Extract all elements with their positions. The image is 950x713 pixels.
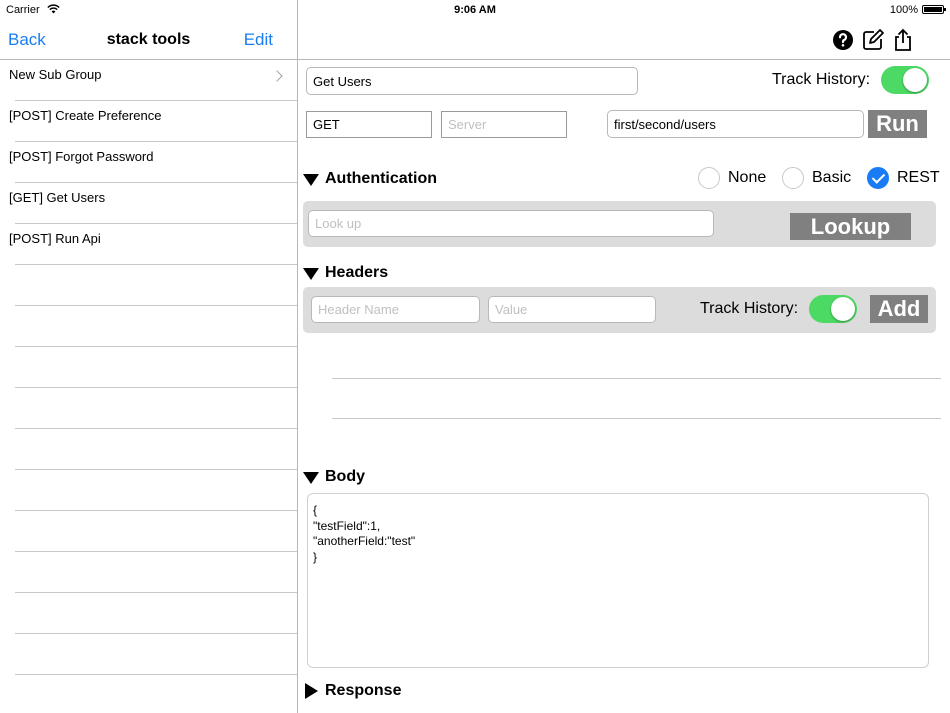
method-input[interactable]: GET (306, 111, 432, 138)
list-item-label: [GET] Get Users (9, 190, 106, 205)
share-icon[interactable] (891, 28, 915, 52)
section-title: Headers (325, 264, 389, 281)
radio-circle (782, 167, 804, 189)
list-item-label: [POST] Forgot Password (9, 149, 154, 164)
triangle-down-icon (303, 174, 319, 186)
list-item-label: New Sub Group (9, 67, 102, 82)
body-section-header[interactable]: Body (303, 468, 365, 486)
empty-row (15, 552, 297, 593)
run-button[interactable]: Run (868, 110, 927, 138)
group-sidebar: Back stack tools Edit New Sub Group [POS… (0, 0, 298, 713)
header-row-divider (332, 418, 941, 419)
authentication-section-header[interactable]: Authentication (303, 170, 437, 188)
auth-radio-rest[interactable]: REST (867, 167, 940, 189)
auth-radio-basic[interactable]: Basic (782, 167, 851, 189)
section-title: Response (325, 682, 402, 699)
empty-row (15, 429, 297, 470)
help-icon[interactable] (831, 28, 855, 52)
response-section-header[interactable]: Response (303, 682, 401, 700)
chevron-right-icon (271, 70, 283, 82)
lookup-button[interactable]: Lookup (790, 213, 911, 240)
list-item-label: [POST] Run Api (9, 231, 101, 246)
group-list: New Sub Group [POST] Create Preference [… (0, 60, 297, 713)
toggle-knob (831, 297, 855, 321)
empty-row (15, 265, 297, 306)
body-text-area[interactable]: { "testField":1, "anotherField:"test" } (307, 493, 929, 668)
headers-section-header[interactable]: Headers (303, 264, 388, 282)
add-header-button[interactable]: Add (870, 295, 928, 323)
triangle-down-icon (303, 472, 319, 484)
auth-radio-none[interactable]: None (698, 167, 766, 189)
header-name-input[interactable]: Header Name (311, 296, 480, 323)
header-track-history-label: Track History: (700, 300, 799, 317)
list-item[interactable]: [POST] Forgot Password (9, 142, 297, 183)
track-history-toggle[interactable] (881, 66, 929, 94)
radio-label: REST (897, 169, 940, 186)
empty-row (15, 388, 297, 429)
header-row-divider (332, 378, 941, 379)
list-item[interactable]: [GET] Get Users (9, 183, 297, 224)
request-editor: Get Users Track History: GET Server firs… (298, 0, 950, 713)
edit-button[interactable]: Edit (244, 30, 273, 50)
empty-row (15, 675, 297, 713)
section-title: Authentication (325, 170, 437, 187)
empty-row (15, 470, 297, 511)
radio-label: Basic (812, 169, 852, 186)
list-item-new-sub-group[interactable]: New Sub Group (9, 60, 297, 101)
triangle-right-icon (305, 683, 318, 699)
checkmark-icon (867, 167, 889, 189)
header-track-history-toggle[interactable] (809, 295, 857, 323)
empty-row (15, 347, 297, 388)
server-input[interactable]: Server (441, 111, 567, 138)
toggle-knob (903, 68, 927, 92)
request-name-input[interactable]: Get Users (306, 67, 638, 95)
list-item-label: [POST] Create Preference (9, 108, 162, 123)
track-history-label: Track History: (772, 71, 871, 88)
header-value-input[interactable]: Value (488, 296, 656, 323)
list-item[interactable]: [POST] Run Api (9, 224, 297, 265)
section-title: Body (325, 468, 365, 485)
empty-row (15, 634, 297, 675)
radio-label: None (728, 169, 767, 186)
sidebar-nav-bar: Back stack tools Edit (0, 20, 297, 60)
triangle-down-icon (303, 268, 319, 280)
empty-row (15, 306, 297, 347)
lookup-input[interactable]: Look up (308, 210, 714, 237)
radio-circle (698, 167, 720, 189)
editor-toolbar (298, 20, 950, 60)
empty-row (15, 511, 297, 552)
empty-row (15, 593, 297, 634)
list-item[interactable]: [POST] Create Preference (9, 101, 297, 142)
compose-icon[interactable] (861, 28, 885, 52)
path-input[interactable]: first/second/users (607, 110, 864, 138)
